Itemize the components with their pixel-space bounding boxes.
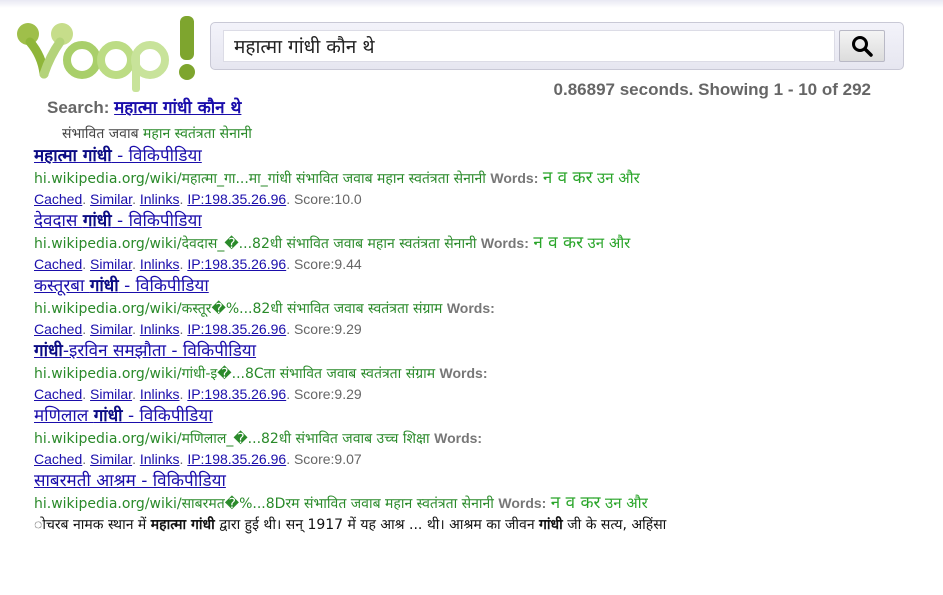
result-url-line: hi.wikipedia.org/wiki/देवदास_�...82धी सं… [34, 233, 924, 254]
cached-link[interactable]: Cached [34, 256, 82, 272]
result-url: hi.wikipedia.org/wiki/कस्तूर�%...82धी [34, 301, 283, 317]
viewport-cutoff [0, 574, 943, 595]
result-score: Score:9.44 [293, 256, 362, 272]
result-links: Cached. Similar. Inlinks. IP:198.35.26.9… [34, 256, 362, 272]
search-echo-query[interactable]: महात्मा गांधी कौन थे [114, 98, 241, 118]
result-possible: संभावित जवाब महान स्वतंत्रता सेनानी [286, 236, 477, 252]
cached-link[interactable]: Cached [34, 191, 82, 207]
top-band [0, 0, 943, 8]
result-links: Cached. Similar. Inlinks. IP:198.35.26.9… [34, 191, 362, 207]
result-possible: संभावित जवाब महान स्वतंत्रता सेनानी [296, 171, 486, 187]
result-links: Cached. Similar. Inlinks. IP:198.35.26.9… [34, 386, 362, 402]
ip-link[interactable]: IP:198.35.26.96 [187, 321, 286, 337]
result-title[interactable]: मणिलाल गांधी - विकिपीडिया [34, 404, 213, 428]
words-label: Words: [480, 235, 529, 251]
result-title[interactable]: कस्तूरबा गांधी - विकिपीडिया [34, 274, 209, 298]
inlinks-link[interactable]: Inlinks [140, 321, 180, 337]
result-possible: संभावित जवाब स्वतंत्रता संग्राम [279, 366, 436, 382]
result-stats: 0.86897 seconds. Showing 1 - 10 of 292 [553, 80, 871, 99]
words-label: Words: [434, 430, 483, 446]
result-item: गांधी-इरविन समझौता - विकिपीडिया hi.wikip… [34, 339, 924, 404]
inlinks-link[interactable]: Inlinks [140, 191, 180, 207]
result-url-line: hi.wikipedia.org/wiki/महात्मा_गा...मा_गा… [34, 168, 924, 189]
inlinks-link[interactable]: Inlinks [140, 386, 180, 402]
similar-link[interactable]: Similar [90, 386, 132, 402]
result-possible: संभावित जवाब महान स्वतंत्रता सेनानी [304, 496, 494, 512]
result-links: Cached. Similar. Inlinks. IP:198.35.26.9… [34, 451, 362, 467]
cached-link[interactable]: Cached [34, 451, 82, 467]
cached-link[interactable]: Cached [34, 386, 82, 402]
result-url: hi.wikipedia.org/wiki/महात्मा_गा...मा_गा… [34, 171, 292, 187]
search-button[interactable] [839, 30, 885, 62]
result-score: Score:10.0 [293, 191, 362, 207]
possible-answer: संभावित जवाब महान स्वतंत्रता सेनानी [62, 124, 252, 143]
cached-link[interactable]: Cached [34, 321, 82, 337]
result-url-line: hi.wikipedia.org/wiki/साबरमत�%...8Dरम सं… [34, 493, 924, 514]
similar-link[interactable]: Similar [90, 451, 132, 467]
possible-answer-text: महान स्वतंत्रता सेनानी [143, 126, 252, 142]
yoop-logo[interactable] [8, 12, 203, 92]
result-url-line: hi.wikipedia.org/wiki/कस्तूर�%...82धी सं… [34, 298, 924, 319]
result-item: देवदास गांधी - विकिपीडिया hi.wikipedia.o… [34, 209, 924, 274]
words-small: उन और [587, 234, 631, 252]
result-possible: संभावित जवाब उच्च शिक्षा [295, 431, 430, 447]
result-url-line: hi.wikipedia.org/wiki/गांधी-इ�...8Cता सं… [34, 363, 924, 384]
result-url: hi.wikipedia.org/wiki/मणिलाल_�...82धी [34, 431, 292, 447]
words-label: Words: [439, 365, 488, 381]
words-big: न व कर [533, 233, 584, 253]
ip-link[interactable]: IP:198.35.26.96 [187, 451, 286, 467]
result-item: महात्मा गांधी - विकिपीडिया hi.wikipedia.… [34, 144, 924, 209]
search-echo: Search: महात्मा गांधी कौन थे [47, 95, 241, 118]
words-small: उन और [596, 169, 640, 187]
ip-link[interactable]: IP:198.35.26.96 [187, 386, 286, 402]
result-url-line: hi.wikipedia.org/wiki/मणिलाल_�...82धी सं… [34, 428, 924, 449]
similar-link[interactable]: Similar [90, 321, 132, 337]
inlinks-link[interactable]: Inlinks [140, 451, 180, 467]
words-label: Words: [498, 495, 547, 511]
search-input[interactable] [223, 30, 835, 62]
words-small: उन और [604, 494, 648, 512]
result-url: hi.wikipedia.org/wiki/देवदास_�...82धी [34, 236, 283, 252]
search-echo-label: Search: [47, 98, 110, 117]
ip-link[interactable]: IP:198.35.26.96 [187, 256, 286, 272]
inlinks-link[interactable]: Inlinks [140, 256, 180, 272]
ip-link[interactable]: IP:198.35.26.96 [187, 191, 286, 207]
magnifier-icon [852, 36, 873, 57]
results-list: महात्मा गांधी - विकिपीडिया hi.wikipedia.… [34, 144, 924, 536]
result-title[interactable]: देवदास गांधी - विकिपीडिया [34, 209, 202, 233]
result-title[interactable]: महात्मा गांधी - विकिपीडिया [34, 144, 202, 168]
words-big: न व कर [550, 493, 601, 513]
result-item: साबरमती आश्रम - विकिपीडिया hi.wikipedia.… [34, 469, 924, 536]
similar-link[interactable]: Similar [90, 191, 132, 207]
result-url: hi.wikipedia.org/wiki/गांधी-इ�...8Cता [34, 366, 276, 382]
similar-link[interactable]: Similar [90, 256, 132, 272]
result-links: Cached. Similar. Inlinks. IP:198.35.26.9… [34, 321, 362, 337]
words-label: Words: [490, 170, 539, 186]
result-possible: संभावित जवाब स्वतंत्रता संग्राम [287, 301, 443, 317]
result-score: Score:9.07 [293, 451, 362, 467]
result-snippet: ोचरब नामक स्थान में महात्मा गांधी द्वारा… [34, 517, 667, 533]
result-item: कस्तूरबा गांधी - विकिपीडिया hi.wikipedia… [34, 274, 924, 339]
result-title[interactable]: गांधी-इरविन समझौता - विकिपीडिया [34, 339, 256, 363]
words-label: Words: [446, 300, 495, 316]
result-item: मणिलाल गांधी - विकिपीडिया hi.wikipedia.o… [34, 404, 924, 469]
result-score: Score:9.29 [293, 386, 362, 402]
search-bar [210, 22, 904, 70]
words-big: न व कर [542, 168, 593, 188]
result-title[interactable]: साबरमती आश्रम - विकिपीडिया [34, 469, 226, 493]
possible-prefix: संभावित जवाब [62, 126, 139, 142]
result-score: Score:9.29 [293, 321, 362, 337]
result-url: hi.wikipedia.org/wiki/साबरमत�%...8Dरम [34, 496, 300, 512]
